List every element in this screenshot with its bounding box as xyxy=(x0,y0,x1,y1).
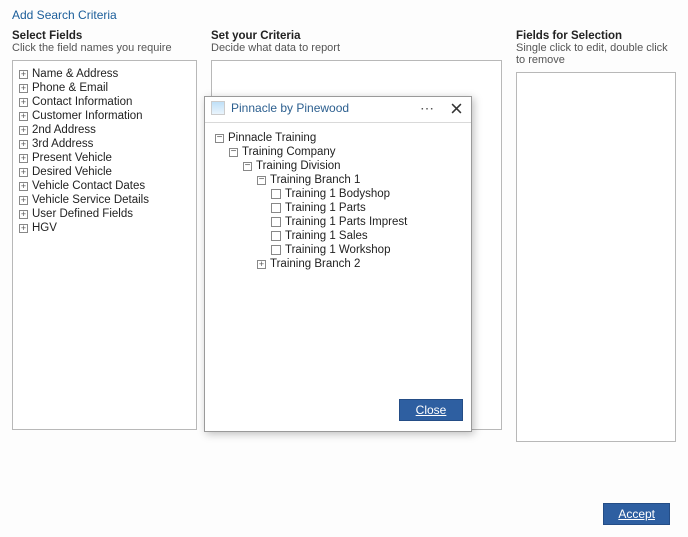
tree-label: Pinnacle Training xyxy=(228,132,316,144)
field-group[interactable]: Name & Address xyxy=(17,67,192,81)
selection-panel xyxy=(516,72,676,442)
plus-icon[interactable] xyxy=(19,182,28,191)
field-group[interactable]: Customer Information xyxy=(17,109,192,123)
plus-icon[interactable] xyxy=(19,98,28,107)
expand-icon[interactable] xyxy=(257,260,266,269)
collapse-icon[interactable] xyxy=(257,176,266,185)
plus-icon[interactable] xyxy=(19,112,28,121)
checkbox-icon[interactable] xyxy=(271,203,281,213)
close-icon[interactable] xyxy=(447,100,465,116)
plus-icon[interactable] xyxy=(19,126,28,135)
field-group-label: Contact Information xyxy=(32,96,132,108)
select-fields-heading: Select Fields xyxy=(12,30,197,42)
plus-icon[interactable] xyxy=(19,196,28,205)
select-fields-sub: Click the field names you require xyxy=(12,42,197,54)
field-group[interactable]: Contact Information xyxy=(17,95,192,109)
tree-leaf[interactable]: Training 1 Workshop xyxy=(215,243,461,257)
tree-label: Training Branch 2 xyxy=(270,258,360,270)
accept-button[interactable]: Accept xyxy=(603,503,670,525)
field-group[interactable]: Phone & Email xyxy=(17,81,192,95)
plus-icon[interactable] xyxy=(19,84,28,93)
field-group-label: 3rd Address xyxy=(32,138,93,150)
tree-label: Training Branch 1 xyxy=(270,174,360,186)
select-fields-panel: Name & Address Phone & Email Contact Inf… xyxy=(12,60,197,430)
tree-label: Training 1 Bodyshop xyxy=(285,188,390,200)
field-group[interactable]: 2nd Address xyxy=(17,123,192,137)
tree-leaf[interactable]: Training 1 Parts xyxy=(215,201,461,215)
field-group[interactable]: Vehicle Service Details xyxy=(17,193,192,207)
field-group-label: 2nd Address xyxy=(32,124,96,136)
field-group-label: User Defined Fields xyxy=(32,208,133,220)
tree-leaf[interactable]: Training 1 Sales xyxy=(215,229,461,243)
tree-leaf[interactable]: Training 1 Parts Imprest xyxy=(215,215,461,229)
plus-icon[interactable] xyxy=(19,140,28,149)
collapse-icon[interactable] xyxy=(229,148,238,157)
selection-sub: Single click to edit, double click to re… xyxy=(516,42,676,66)
field-group-label: Vehicle Service Details xyxy=(32,194,149,206)
branch-picker-dialog: Pinnacle by Pinewood ⋯ Pinnacle Training… xyxy=(204,96,472,432)
dialog-close-button[interactable]: Close xyxy=(399,399,463,421)
criteria-sub: Decide what data to report xyxy=(211,42,502,54)
field-group[interactable]: Present Vehicle xyxy=(17,151,192,165)
field-group-label: Phone & Email xyxy=(32,82,108,94)
app-icon xyxy=(211,101,225,115)
field-group-label: Present Vehicle xyxy=(32,152,112,164)
tree-label: Training 1 Workshop xyxy=(285,244,390,256)
field-group[interactable]: User Defined Fields xyxy=(17,207,192,221)
tree-label: Training 1 Parts xyxy=(285,202,366,214)
dialog-title: Pinnacle by Pinewood xyxy=(231,101,408,115)
plus-icon[interactable] xyxy=(19,224,28,233)
field-group[interactable]: HGV xyxy=(17,221,192,235)
checkbox-icon[interactable] xyxy=(271,245,281,255)
branch-tree: Pinnacle Training Training Company Train… xyxy=(215,131,461,271)
plus-icon[interactable] xyxy=(19,70,28,79)
field-group-label: Customer Information xyxy=(32,110,143,122)
tree-node-branch2[interactable]: Training Branch 2 xyxy=(215,257,461,271)
field-group-label: Vehicle Contact Dates xyxy=(32,180,145,192)
tree-label: Training Division xyxy=(256,160,341,172)
field-group-label: Desired Vehicle xyxy=(32,166,112,178)
more-icon[interactable]: ⋯ xyxy=(414,101,441,115)
field-group-label: HGV xyxy=(32,222,57,234)
field-group[interactable]: Desired Vehicle xyxy=(17,165,192,179)
field-group-label: Name & Address xyxy=(32,68,118,80)
field-group[interactable]: 3rd Address xyxy=(17,137,192,151)
plus-icon[interactable] xyxy=(19,168,28,177)
dialog-close-label: Close xyxy=(416,403,447,417)
plus-icon[interactable] xyxy=(19,154,28,163)
tree-leaf[interactable]: Training 1 Bodyshop xyxy=(215,187,461,201)
checkbox-icon[interactable] xyxy=(271,231,281,241)
collapse-icon[interactable] xyxy=(215,134,224,143)
plus-icon[interactable] xyxy=(19,210,28,219)
tree-label: Training 1 Sales xyxy=(285,230,368,242)
accept-label: Accept xyxy=(618,507,655,521)
checkbox-icon[interactable] xyxy=(271,217,281,227)
page-title: Add Search Criteria xyxy=(12,8,676,22)
tree-label: Training 1 Parts Imprest xyxy=(285,216,407,228)
selection-heading: Fields for Selection xyxy=(516,30,676,42)
criteria-heading: Set your Criteria xyxy=(211,30,502,42)
tree-node-root[interactable]: Pinnacle Training xyxy=(215,131,461,145)
tree-node-branch1[interactable]: Training Branch 1 xyxy=(215,173,461,187)
checkbox-icon[interactable] xyxy=(271,189,281,199)
collapse-icon[interactable] xyxy=(243,162,252,171)
tree-label: Training Company xyxy=(242,146,336,158)
tree-node-company[interactable]: Training Company xyxy=(215,145,461,159)
field-group[interactable]: Vehicle Contact Dates xyxy=(17,179,192,193)
tree-node-division[interactable]: Training Division xyxy=(215,159,461,173)
